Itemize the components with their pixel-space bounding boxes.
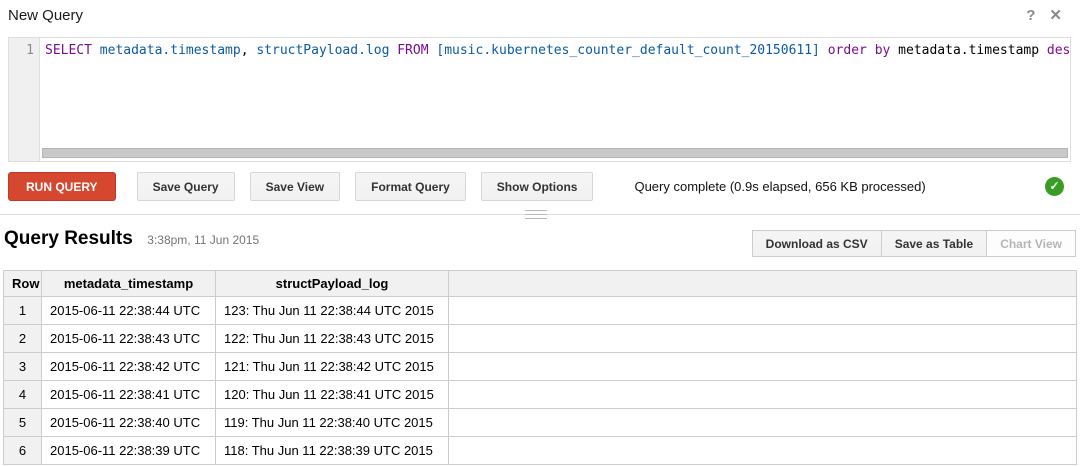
data-cell: 2015-06-11 22:38:39 UTC	[42, 437, 216, 465]
data-cell: 123: Thu Jun 11 22:38:44 UTC 2015	[216, 297, 449, 325]
table-row: 42015-06-11 22:38:41 UTC120: Thu Jun 11 …	[4, 381, 1077, 409]
sql-editor[interactable]: 1 SELECT metadata.timestamp, structPaylo…	[8, 37, 1071, 162]
table-row: 22015-06-11 22:38:43 UTC122: Thu Jun 11 …	[4, 325, 1077, 353]
column-header-row: Row	[4, 271, 42, 297]
table-row: 52015-06-11 22:38:40 UTC119: Thu Jun 11 …	[4, 409, 1077, 437]
page-title: New Query	[8, 7, 83, 24]
sql-code-line[interactable]: SELECT metadata.timestamp, structPayload…	[40, 38, 1070, 161]
data-cell: 118: Thu Jun 11 22:38:39 UTC 2015	[216, 437, 449, 465]
sql-token-field: [music.kubernetes_counter_default_count_…	[436, 43, 820, 58]
results-header: Query Results 3:38pm, 11 Jun 2015 Downlo…	[4, 228, 1076, 262]
filler-cell	[449, 325, 1077, 353]
row-number-cell: 4	[4, 381, 42, 409]
save-query-button[interactable]: Save Query	[137, 172, 235, 201]
sql-token-keyword: order	[828, 43, 867, 58]
bigquery-new-query-page: { "header": { "title": "New Query", "hel…	[0, 0, 1080, 466]
row-number-cell: 1	[4, 297, 42, 325]
table-row: 62015-06-11 22:38:39 UTC118: Thu Jun 11 …	[4, 437, 1077, 465]
filler-cell	[449, 381, 1077, 409]
column-header-filler	[449, 271, 1077, 297]
format-query-button[interactable]: Format Query	[355, 172, 466, 201]
header-icons: ? ✕	[1026, 6, 1062, 26]
sql-token-plain: ,	[241, 43, 257, 58]
sql-token-plain	[92, 43, 100, 58]
filler-cell	[449, 297, 1077, 325]
editor-horizontal-scrollbar[interactable]	[42, 148, 1068, 158]
table-body: 12015-06-11 22:38:44 UTC123: Thu Jun 11 …	[4, 297, 1077, 465]
row-number-cell: 6	[4, 437, 42, 465]
download-as-csv-button[interactable]: Download as CSV	[752, 230, 882, 257]
data-cell: 2015-06-11 22:38:40 UTC	[42, 409, 216, 437]
row-number-cell: 5	[4, 409, 42, 437]
query-complete-check-icon: ✓	[1045, 177, 1064, 196]
sql-token-plain	[820, 43, 828, 58]
editor-gutter: 1	[9, 38, 40, 161]
chart-view-button: Chart View	[986, 230, 1076, 257]
line-number: 1	[26, 43, 34, 58]
results-title: Query Results	[4, 228, 133, 250]
filler-cell	[449, 409, 1077, 437]
data-cell: 2015-06-11 22:38:42 UTC	[42, 353, 216, 381]
sql-token-keyword: SELECT	[45, 43, 92, 58]
data-cell: 122: Thu Jun 11 22:38:43 UTC 2015	[216, 325, 449, 353]
toolbar-buttons: Save Query Save View Format Query Show Opti…	[137, 172, 609, 201]
filler-cell	[449, 353, 1077, 381]
help-icon[interactable]: ?	[1026, 6, 1035, 26]
row-number-cell: 3	[4, 353, 42, 381]
query-status-text: Query complete (0.9s elapsed, 656 KB pro…	[634, 179, 925, 194]
data-cell: 120: Thu Jun 11 22:38:41 UTC 2015	[216, 381, 449, 409]
save-view-button[interactable]: Save View	[250, 172, 341, 201]
data-cell: 121: Thu Jun 11 22:38:42 UTC 2015	[216, 353, 449, 381]
table-row: 12015-06-11 22:38:44 UTC123: Thu Jun 11 …	[4, 297, 1077, 325]
data-cell: 119: Thu Jun 11 22:38:40 UTC 2015	[216, 409, 449, 437]
show-options-button[interactable]: Show Options	[481, 172, 594, 201]
sql-token-field: structPayload.log	[256, 43, 389, 58]
sql-token-plain: metadata.timestamp	[890, 43, 1047, 58]
sql-token-keyword: FROM	[397, 43, 428, 58]
sql-token-plain	[867, 43, 875, 58]
query-toolbar: RUN QUERY Save Query Save View Format Quer…	[8, 172, 1072, 201]
sql-token-keyword: des	[1047, 43, 1070, 58]
data-cell: 2015-06-11 22:38:41 UTC	[42, 381, 216, 409]
data-cell: 2015-06-11 22:38:44 UTC	[42, 297, 216, 325]
data-cell: 2015-06-11 22:38:43 UTC	[42, 325, 216, 353]
filler-cell	[449, 437, 1077, 465]
save-as-table-button[interactable]: Save as Table	[881, 230, 988, 257]
results-table: Rowmetadata_timestampstructPayload_log 1…	[3, 270, 1077, 465]
results-action-buttons: Download as CSVSave as TableChart View	[753, 230, 1076, 257]
column-header-structpayload-log: structPayload_log	[216, 271, 449, 297]
column-header-metadata-timestamp: metadata_timestamp	[42, 271, 216, 297]
table-header-row: Rowmetadata_timestampstructPayload_log	[4, 271, 1077, 297]
results-timestamp: 3:38pm, 11 Jun 2015	[147, 233, 259, 247]
sql-token-keyword: by	[875, 43, 891, 58]
close-icon[interactable]: ✕	[1049, 6, 1062, 26]
sql-token-field: metadata.timestamp	[100, 43, 241, 58]
row-number-cell: 2	[4, 325, 42, 353]
run-query-button[interactable]: RUN QUERY	[8, 172, 116, 201]
table-row: 32015-06-11 22:38:42 UTC121: Thu Jun 11 …	[4, 353, 1077, 381]
results-resize-handle[interactable]	[525, 209, 547, 220]
